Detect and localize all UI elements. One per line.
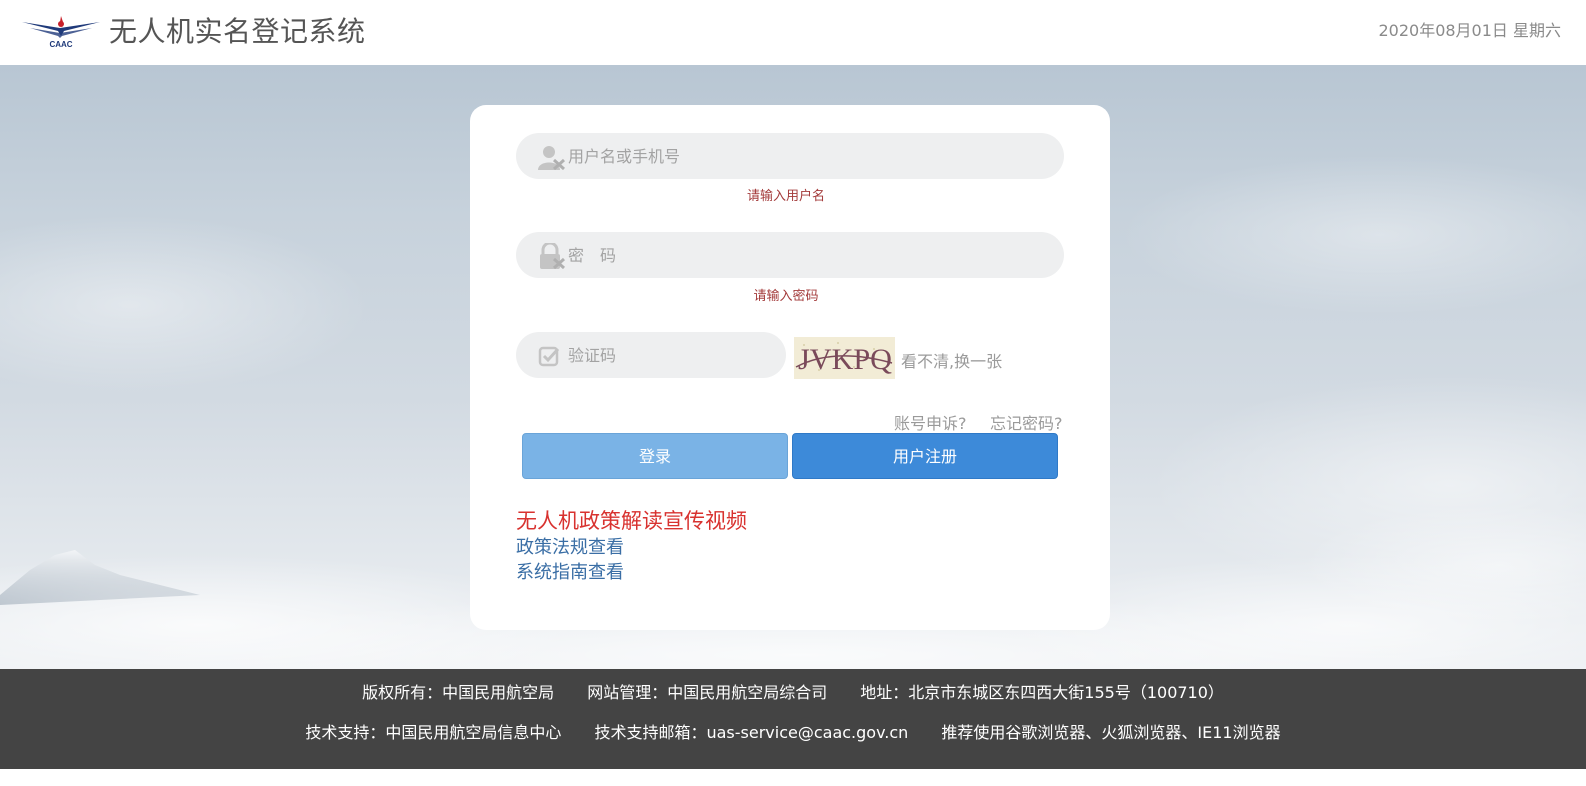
- footer-address: 地址：北京市东城区东四西大街155号（100710）: [860, 683, 1224, 702]
- footer-tech-support: 技术支持：中国民用航空局信息中心: [305, 723, 562, 742]
- footer-browser-recommendation: 推荐使用谷歌浏览器、火狐浏览器、IE11浏览器: [941, 723, 1281, 742]
- caac-logo: CAAC: [22, 16, 100, 49]
- username-field[interactable]: [516, 133, 1064, 179]
- logo-text: CAAC: [49, 40, 72, 49]
- register-button[interactable]: 用户注册: [792, 433, 1058, 479]
- captcha-input[interactable]: [568, 332, 768, 378]
- captcha-field[interactable]: [516, 332, 786, 378]
- footer-copyright: 版权所有：中国民用航空局: [362, 683, 555, 702]
- footer-line-1: 版权所有：中国民用航空局 网站管理：中国民用航空局综合司 地址：北京市东城区东四…: [0, 679, 1586, 703]
- footer-support-email: 技术支持邮箱：uas-service@caac.gov.cn: [594, 723, 909, 742]
- user-icon: [538, 146, 566, 170]
- app-title: 无人机实名登记系统: [109, 15, 366, 48]
- header-bar: CAAC 无人机实名登记系统 2020年08月01日 星期六: [0, 0, 1586, 65]
- login-card: 请输入用户名 请输入密码 JVKPQ 看不清,换一张 账号申诉? 忘记密码? 登…: [470, 105, 1110, 630]
- policy-regulations-link[interactable]: 政策法规查看: [516, 533, 624, 559]
- password-field[interactable]: [516, 232, 1064, 278]
- page-bottom-margin: [0, 769, 1586, 786]
- password-input[interactable]: [568, 232, 1048, 278]
- checkbox-icon: [538, 346, 560, 367]
- captcha-image[interactable]: JVKPQ: [794, 337, 895, 379]
- captcha-refresh-link[interactable]: 看不清,换一张: [901, 348, 1002, 372]
- username-error: 请输入用户名: [746, 189, 825, 204]
- forgot-password-link[interactable]: 忘记密码?: [990, 410, 1063, 434]
- footer: 版权所有：中国民用航空局 网站管理：中国民用航空局综合司 地址：北京市东城区东四…: [0, 669, 1586, 769]
- footer-line-2: 技术支持：中国民用航空局信息中心 技术支持邮箱：uas-service@caac…: [0, 719, 1586, 743]
- login-button[interactable]: 登录: [522, 433, 788, 479]
- current-date: 2020年08月01日 星期六: [1378, 21, 1561, 40]
- account-appeal-link[interactable]: 账号申诉?: [894, 410, 967, 434]
- footer-site-management: 网站管理：中国民用航空局综合司: [587, 683, 828, 702]
- policy-video-link[interactable]: 无人机政策解读宣传视频: [516, 505, 747, 535]
- password-error: 请输入密码: [753, 289, 819, 304]
- system-guide-link[interactable]: 系统指南查看: [516, 558, 624, 584]
- username-input[interactable]: [568, 133, 1048, 179]
- lock-icon: [540, 243, 566, 269]
